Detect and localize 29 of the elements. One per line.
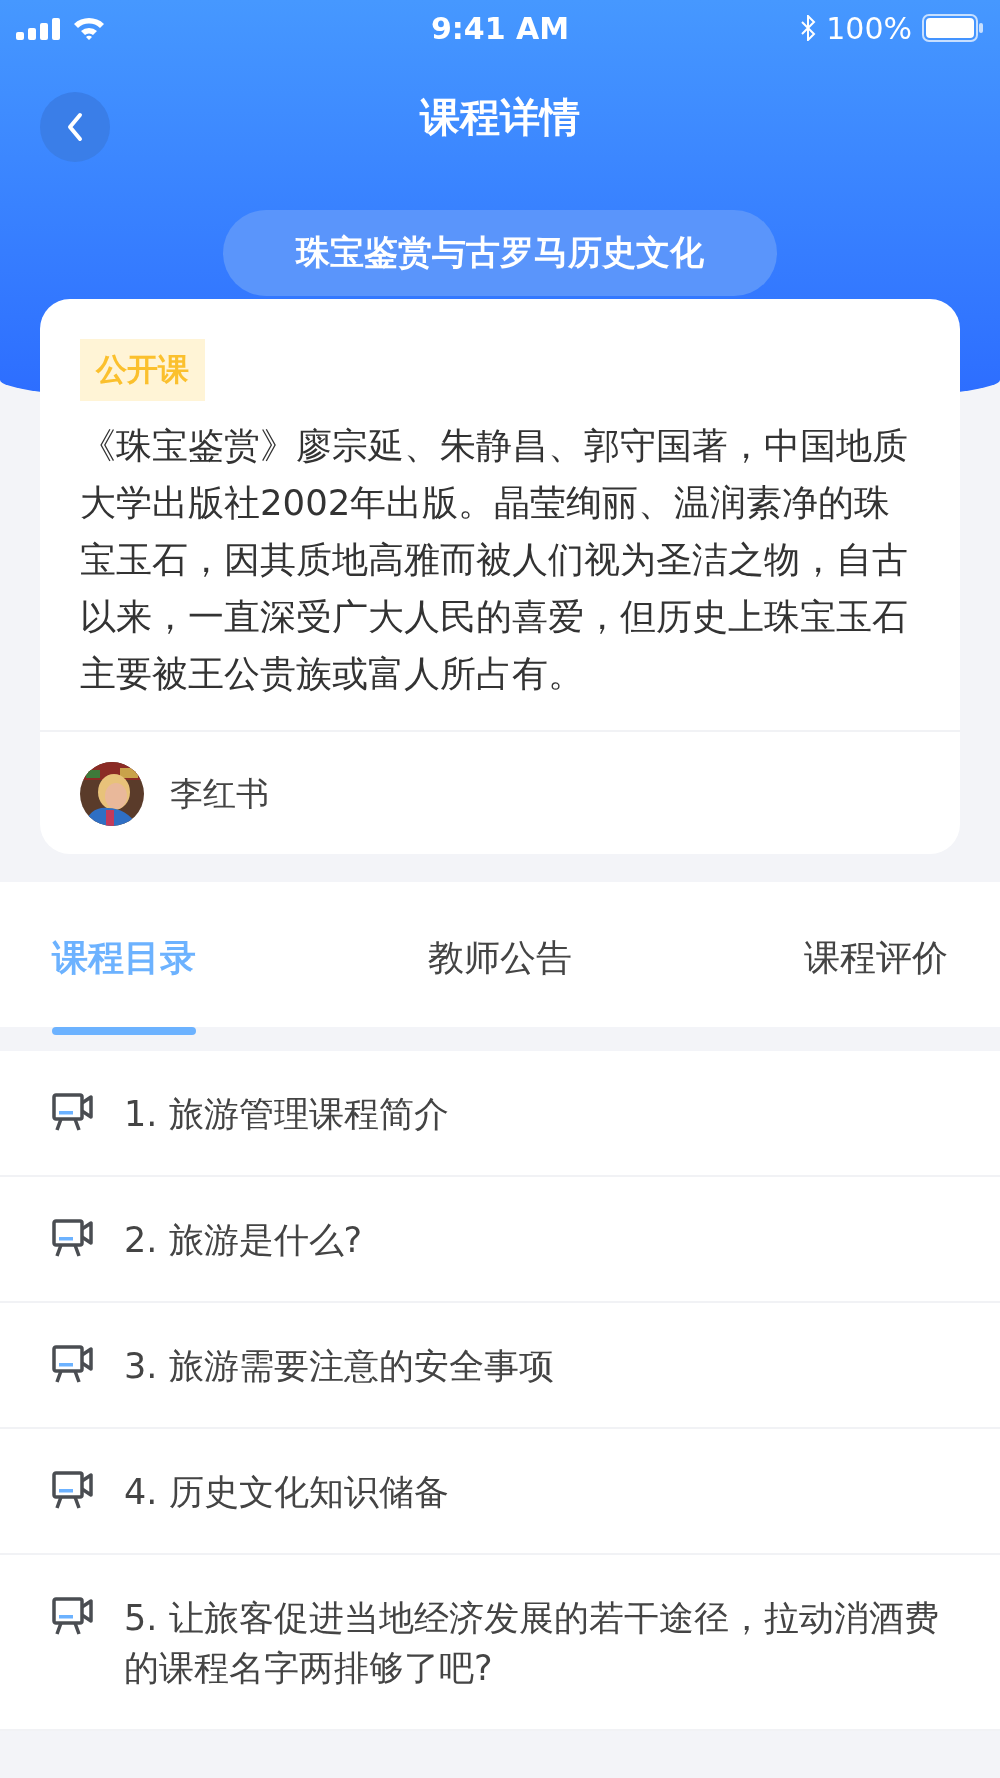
tab[interactable]: 教师公告 xyxy=(428,882,572,1035)
lesson-item[interactable]: 1. 旅游管理课程简介 xyxy=(0,1051,1000,1177)
video-camera-icon xyxy=(52,1219,94,1257)
course-name: 珠宝鉴赏与古罗马历史文化 xyxy=(223,210,777,296)
lesson-title: 5. 让旅客促进当地经济发展的若干途径，拉动消酒费的课程名字两排够了吧? xyxy=(124,1597,940,1690)
video-camera-icon xyxy=(52,1471,94,1509)
wifi-icon xyxy=(72,16,106,40)
video-camera-icon xyxy=(52,1597,94,1635)
video-camera-icon xyxy=(52,1093,94,1131)
page-title: 课程详情 xyxy=(420,92,580,142)
battery-text: 100% xyxy=(826,10,912,46)
bluetooth-icon xyxy=(800,15,817,41)
lesson-item[interactable]: 2. 旅游是什么? xyxy=(0,1177,1000,1303)
lesson-item[interactable]: 4. 历史文化知识储备 xyxy=(0,1429,1000,1555)
status-time: 9:41 AM xyxy=(430,10,570,46)
lesson-title: 1. 旅游管理课程简介 xyxy=(124,1093,449,1136)
battery-icon xyxy=(922,14,984,42)
video-camera-icon xyxy=(52,1345,94,1383)
lesson-item[interactable]: 5. 让旅客促进当地经济发展的若干途径，拉动消酒费的课程名字两排够了吧? xyxy=(0,1555,1000,1731)
lesson-title: 2. 旅游是什么? xyxy=(124,1219,363,1262)
tab[interactable]: 课程评价 xyxy=(804,882,948,1035)
teacher-name: 李红书 xyxy=(170,772,269,815)
lesson-title: 4. 历史文化知识储备 xyxy=(124,1471,449,1514)
lesson-title: 3. 旅游需要注意的安全事项 xyxy=(124,1345,554,1388)
back-icon xyxy=(65,111,85,143)
lesson-item[interactable]: 3. 旅游需要注意的安全事项 xyxy=(0,1303,1000,1429)
signal-icon xyxy=(16,18,62,40)
course-tag: 公开课 xyxy=(80,339,205,401)
course-description: 《珠宝鉴赏》廖宗延、朱静昌、郭守国著，中国地质大学出版社2002年出版。晶莹绚丽、温润素净的珠宝玉石，因其质地高雅而被人们视为圣洁之物，自古以来，一直深受广大人民的喜爱，但历史上珠宝玉石主要被王公贵族或富人所占有。 xyxy=(80,424,909,696)
